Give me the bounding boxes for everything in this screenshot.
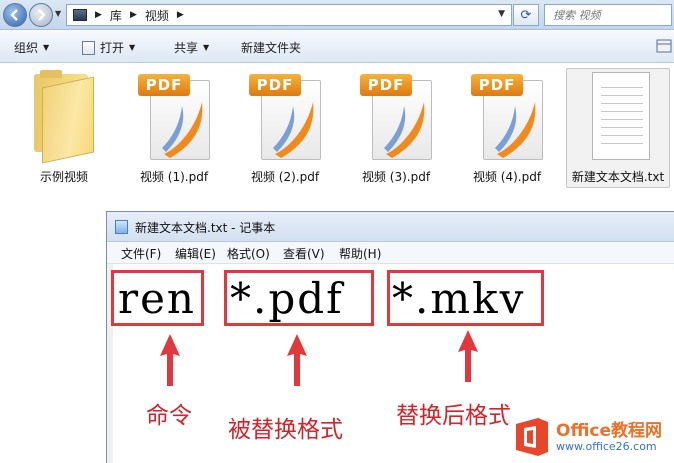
file-name: 视频 (4).pdf [472, 170, 542, 184]
file-name: 示例视频 [39, 170, 88, 184]
chevron-down-icon: ▼ [43, 43, 50, 52]
history-dropdown-icon[interactable]: ▼ [55, 9, 61, 18]
new-folder-button[interactable]: 新建文件夹 [241, 39, 301, 56]
pdf-badge: PDF [249, 74, 301, 96]
office-logo-icon [516, 418, 548, 456]
command-bar: 组织 ▼ 打开 ▼ 共享 ▼ 新建文件夹 [0, 31, 674, 63]
command-highlight-box [111, 270, 204, 326]
breadcrumb-library[interactable]: 库 [110, 7, 122, 24]
library-icon [73, 9, 87, 21]
address-dropdown-icon[interactable]: ▼ [498, 9, 505, 19]
pdf-swoosh-icon [162, 102, 203, 158]
menu-format[interactable]: 格式(O) [227, 245, 270, 262]
arrow-right-icon [38, 9, 46, 21]
watermark: Office教程网 www.office26.com [508, 412, 674, 463]
source-highlight-box [224, 270, 374, 326]
text-file-icon [592, 72, 650, 160]
back-button[interactable] [3, 3, 27, 27]
arrow-up-icon [160, 334, 180, 386]
file-item[interactable]: PDF 视频 (3).pdf [346, 68, 446, 186]
chevron-right-icon[interactable]: ▶ [177, 10, 184, 20]
menu-edit[interactable]: 编辑(E) [175, 245, 216, 262]
pdf-swoosh-icon [384, 102, 425, 158]
pdf-badge: PDF [360, 74, 412, 96]
source-annotation: 被替换格式 [228, 417, 343, 443]
arrow-left-icon [10, 9, 18, 21]
command-annotation: 命令 [146, 403, 192, 429]
search-input[interactable] [553, 8, 663, 22]
chevron-right-icon[interactable]: ▶ [95, 10, 102, 20]
open-icon [82, 40, 95, 55]
folder-item[interactable]: 示例视频 [14, 68, 114, 186]
menu-help[interactable]: 帮助(H) [339, 245, 381, 262]
refresh-button[interactable]: ⟳ [513, 4, 539, 26]
search-box[interactable] [544, 4, 672, 26]
pdf-swoosh-icon [273, 102, 314, 158]
pdf-badge: PDF [471, 74, 523, 96]
menu-view[interactable]: 查看(V) [283, 245, 325, 262]
target-annotation: 替换后格式 [396, 403, 511, 429]
refresh-icon: ⟳ [520, 7, 532, 23]
chevron-down-icon: ▼ [203, 43, 210, 52]
share-button[interactable]: 共享 ▼ [174, 39, 209, 56]
file-name: 视频 (2).pdf [250, 170, 320, 184]
chevron-right-icon[interactable]: ▶ [130, 10, 137, 20]
forward-button[interactable] [29, 3, 53, 27]
breadcrumb-videos[interactable]: 视频 [145, 7, 169, 24]
address-bar: ▼ ▶ 库 ▶ 视频 ▶ ▼ ⟳ [0, 0, 674, 30]
window-title: 新建文本文档.txt - 记事本 [135, 221, 276, 235]
file-name: 新建文本文档.txt [571, 170, 665, 184]
menu-file[interactable]: 文件(F) [121, 245, 161, 262]
organize-label: 组织 [14, 41, 39, 55]
share-label: 共享 [174, 41, 199, 55]
pdf-swoosh-icon [495, 102, 536, 158]
arrow-up-icon [458, 330, 478, 382]
notepad-icon [115, 220, 128, 234]
organize-button[interactable]: 组织 ▼ [14, 39, 49, 56]
new-folder-label: 新建文件夹 [241, 41, 302, 55]
open-button[interactable]: 打开 ▼ [82, 39, 135, 56]
pdf-badge: PDF [138, 74, 190, 96]
menu-bar: 文件(F) 编辑(E) 格式(O) 查看(V) 帮助(H) [107, 242, 674, 264]
file-item[interactable]: PDF 视频 (1).pdf [124, 68, 224, 186]
file-name: 视频 (1).pdf [139, 170, 209, 184]
watermark-brand: Office教程网 [556, 421, 663, 441]
arrow-up-icon [287, 334, 307, 386]
open-label: 打开 [100, 41, 125, 55]
view-options-icon[interactable] [656, 38, 672, 54]
watermark-url: www.office26.com [556, 440, 657, 453]
file-name: 视频 (3).pdf [361, 170, 431, 184]
file-item[interactable]: PDF 视频 (4).pdf [457, 68, 557, 186]
file-item[interactable]: PDF 视频 (2).pdf [235, 68, 335, 186]
breadcrumb[interactable]: ▶ 库 ▶ 视频 ▶ ▼ [66, 4, 512, 26]
chevron-down-icon: ▼ [129, 43, 136, 52]
notepad-titlebar[interactable]: 新建文本文档.txt - 记事本 [107, 212, 674, 242]
target-highlight-box [387, 270, 544, 326]
file-item-selected[interactable]: 新建文本文档.txt [562, 68, 670, 188]
